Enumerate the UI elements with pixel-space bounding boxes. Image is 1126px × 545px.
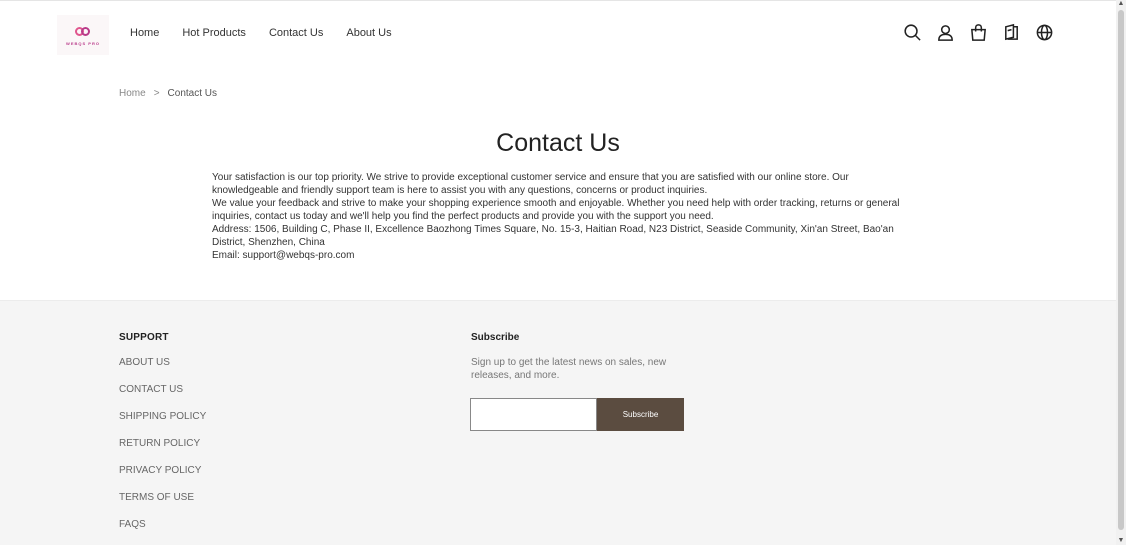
footer-link-contact-us[interactable]: CONTACT US <box>119 383 206 410</box>
nav-about-us[interactable]: About Us <box>346 27 391 39</box>
support-heading: SUPPORT <box>119 332 169 343</box>
support-links: ABOUT US CONTACT US SHIPPING POLICY RETU… <box>119 356 206 545</box>
globe-icon[interactable] <box>1035 23 1054 42</box>
breadcrumb-home[interactable]: Home <box>119 88 146 99</box>
header-actions <box>903 23 1054 42</box>
logo-text: WEBQS PRO <box>66 40 100 46</box>
email-field[interactable] <box>470 398 597 431</box>
nav-contact-us[interactable]: Contact Us <box>269 27 323 39</box>
footer-link-privacy-policy[interactable]: PRIVACY POLICY <box>119 464 206 491</box>
scrollbar[interactable]: ▲ ▼ <box>1116 0 1126 545</box>
account-icon[interactable] <box>936 23 955 42</box>
subscribe-form: Subscribe <box>470 398 684 431</box>
footer-link-about-us[interactable]: ABOUT US <box>119 356 206 383</box>
scrollbar-thumb[interactable] <box>1118 10 1124 530</box>
logo-mark <box>74 25 92 39</box>
breadcrumb-current: Contact Us <box>167 88 217 99</box>
nav-hot-products[interactable]: Hot Products <box>182 27 246 39</box>
main-nav: Home Hot Products Contact Us About Us <box>130 27 415 39</box>
brand-logo[interactable]: WEBQS PRO <box>57 15 109 55</box>
footer-link-return-policy[interactable]: RETURN POLICY <box>119 437 206 464</box>
breadcrumb: Home > Contact Us <box>119 88 217 99</box>
nav-home[interactable]: Home <box>130 27 159 39</box>
footer-link-faqs[interactable]: FAQS <box>119 518 206 545</box>
scroll-up-arrow-icon[interactable]: ▲ <box>1117 0 1125 8</box>
footer-link-terms-of-use[interactable]: TERMS OF USE <box>119 491 206 518</box>
page: WEBQS PRO Home Hot Products Contact Us A… <box>0 0 1116 545</box>
footer-link-shipping-policy[interactable]: SHIPPING POLICY <box>119 410 206 437</box>
cart-icon[interactable] <box>969 23 988 42</box>
subscribe-heading: Subscribe <box>471 332 520 343</box>
contact-content: Your satisfaction is our top priority. W… <box>212 171 902 262</box>
search-icon[interactable] <box>903 23 922 42</box>
site-footer: SUPPORT ABOUT US CONTACT US SHIPPING POL… <box>0 300 1116 545</box>
book-icon[interactable] <box>1002 23 1021 42</box>
breadcrumb-separator: > <box>153 88 160 99</box>
subscribe-description: Sign up to get the latest news on sales,… <box>471 357 667 381</box>
intro-paragraph: Your satisfaction is our top priority. W… <box>212 172 849 196</box>
address-text: Address: 1506, Building C, Phase II, Exc… <box>212 224 894 248</box>
scroll-down-arrow-icon[interactable]: ▼ <box>1117 537 1125 545</box>
page-title: Contact Us <box>496 129 620 157</box>
subscribe-button[interactable]: Subscribe <box>597 398 684 431</box>
email-text: Email: support@webqs-pro.com <box>212 250 355 261</box>
feedback-paragraph: We value your feedback and strive to mak… <box>212 198 900 222</box>
site-header: WEBQS PRO Home Hot Products Contact Us A… <box>0 1 1116 67</box>
